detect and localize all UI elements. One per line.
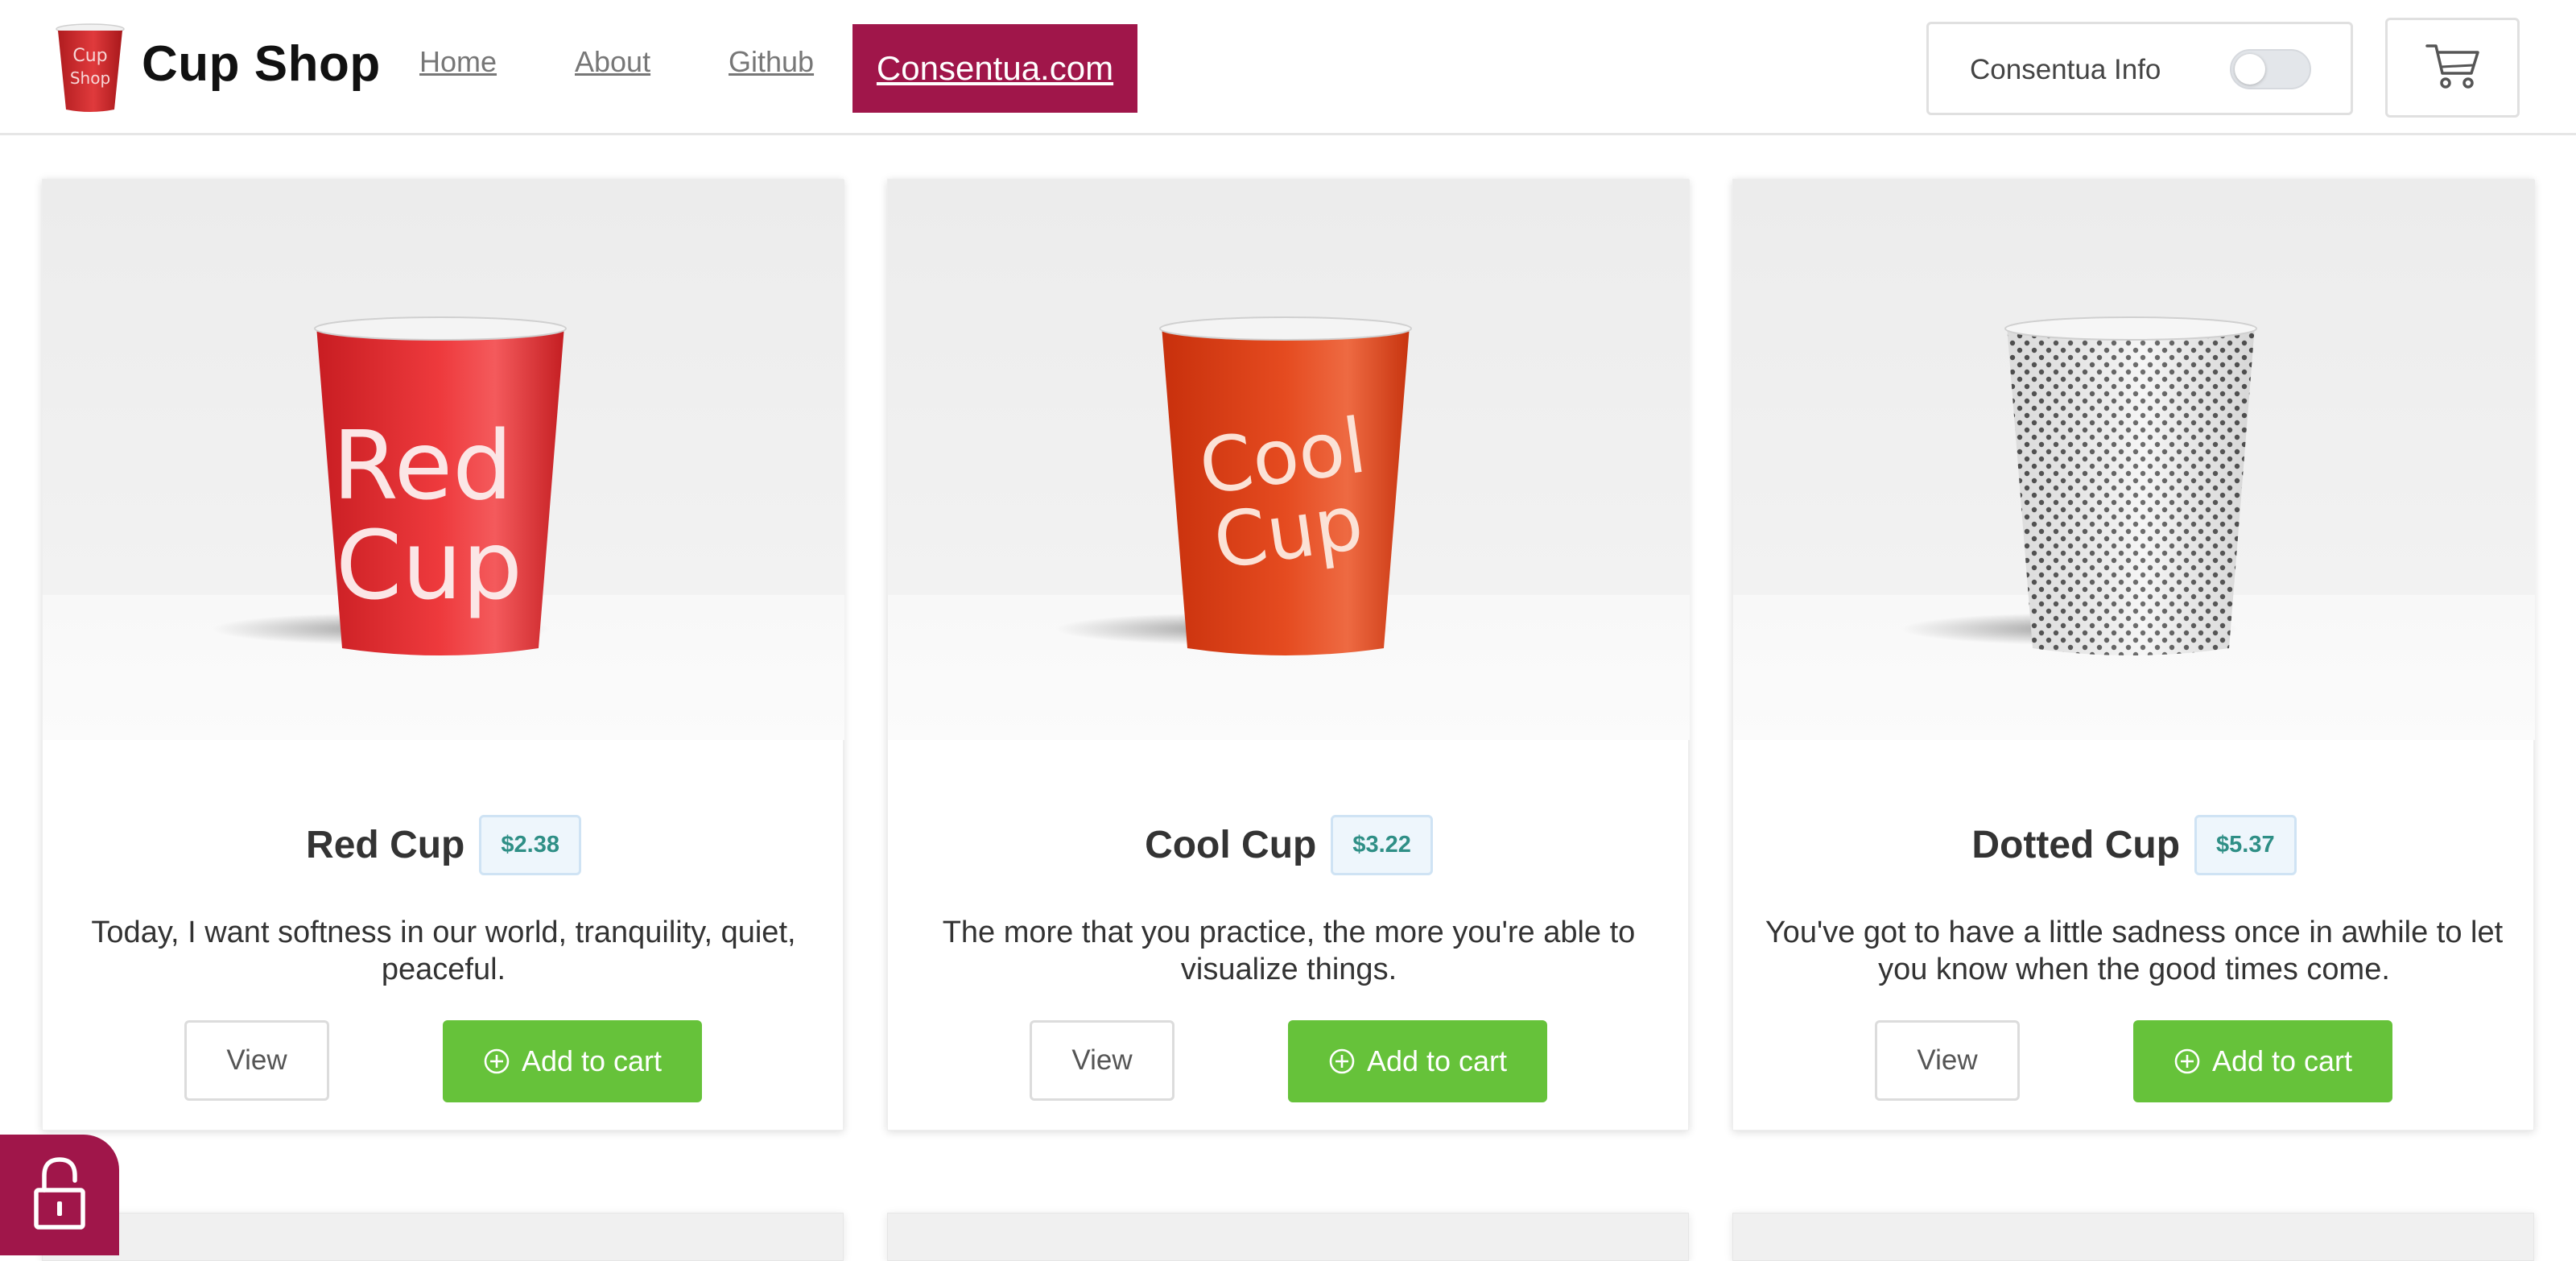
add-to-cart-label: Add to cart — [2211, 1044, 2353, 1077]
view-button[interactable]: View — [1030, 1020, 1174, 1101]
cart-button[interactable] — [2385, 18, 2520, 118]
add-to-cart-button[interactable]: Add to cart — [1288, 1020, 1547, 1102]
product-image-red-cup[interactable]: Red Cup — [43, 180, 844, 740]
top-navbar: Cup Shop Cup Shop Home About Github Cons… — [0, 0, 2576, 135]
svg-text:Shop: Shop — [70, 68, 110, 88]
svg-text:Cup: Cup — [336, 510, 522, 621]
product-description: Today, I want softness in our world, tra… — [91, 916, 796, 986]
product-card: Cool Cup Cool Cup $3.22 The more that yo… — [887, 179, 1690, 1131]
plus-circle-icon — [1328, 1048, 1356, 1075]
plus-circle-icon — [2174, 1048, 2201, 1075]
product-card-partial — [1732, 1213, 2534, 1261]
plus-circle-icon — [483, 1048, 510, 1075]
consent-lock-button[interactable] — [0, 1135, 119, 1255]
svg-text:Red: Red — [332, 410, 513, 521]
cup-shop-logo[interactable]: Cup Shop — [55, 21, 126, 114]
consentua-info-label: Consentua Info — [1970, 54, 2161, 85]
price-badge: $3.22 — [1331, 814, 1433, 875]
card-title-row: Dotted Cup $5.37 — [1733, 812, 2535, 877]
product-description: The more that you practice, the more you… — [942, 916, 1636, 986]
product-name[interactable]: Dotted Cup — [1971, 823, 2180, 867]
product-name[interactable]: Cool Cup — [1145, 823, 1316, 867]
product-card-partial — [887, 1213, 1689, 1261]
unlocked-padlock-icon — [31, 1155, 88, 1236]
nav-github-link[interactable]: Github — [729, 45, 814, 79]
brand-title[interactable]: Cup Shop — [142, 35, 381, 93]
toggle-knob — [2235, 54, 2265, 85]
product-card-partial — [42, 1213, 844, 1261]
add-to-cart-label: Add to cart — [1366, 1044, 1508, 1077]
shopping-cart-icon — [2425, 41, 2481, 95]
nav-about-link[interactable]: About — [575, 45, 650, 79]
view-button[interactable]: View — [1875, 1020, 2020, 1101]
card-title-row: Red Cup $2.38 — [43, 812, 844, 877]
consentua-info-toggle[interactable] — [2230, 49, 2311, 89]
view-button[interactable]: View — [184, 1020, 329, 1101]
product-description: You've got to have a little sadness once… — [1765, 916, 2504, 986]
add-to-cart-button[interactable]: Add to cart — [2133, 1020, 2392, 1102]
product-card: Red Cup Red Cup $2.38 Today, I want soft… — [42, 179, 844, 1131]
nav-home-link[interactable]: Home — [419, 45, 497, 79]
add-to-cart-button[interactable]: Add to cart — [443, 1020, 702, 1102]
price-badge: $5.37 — [2194, 814, 2297, 875]
product-name[interactable]: Red Cup — [306, 823, 464, 867]
product-image-dotted-cup[interactable] — [1733, 180, 2535, 740]
consentua-info-panel: Consentua Info — [1926, 22, 2353, 115]
product-card: Dotted Cup $5.37 You've got to have a li… — [1732, 179, 2535, 1131]
svg-text:Cup: Cup — [72, 46, 107, 66]
product-image-cool-cup[interactable]: Cool Cup — [888, 180, 1690, 740]
nav-consentua-link[interactable]: Consentua.com — [852, 24, 1137, 113]
add-to-cart-label: Add to cart — [521, 1044, 663, 1077]
price-badge: $2.38 — [479, 814, 581, 875]
card-title-row: Cool Cup $3.22 — [888, 812, 1690, 877]
